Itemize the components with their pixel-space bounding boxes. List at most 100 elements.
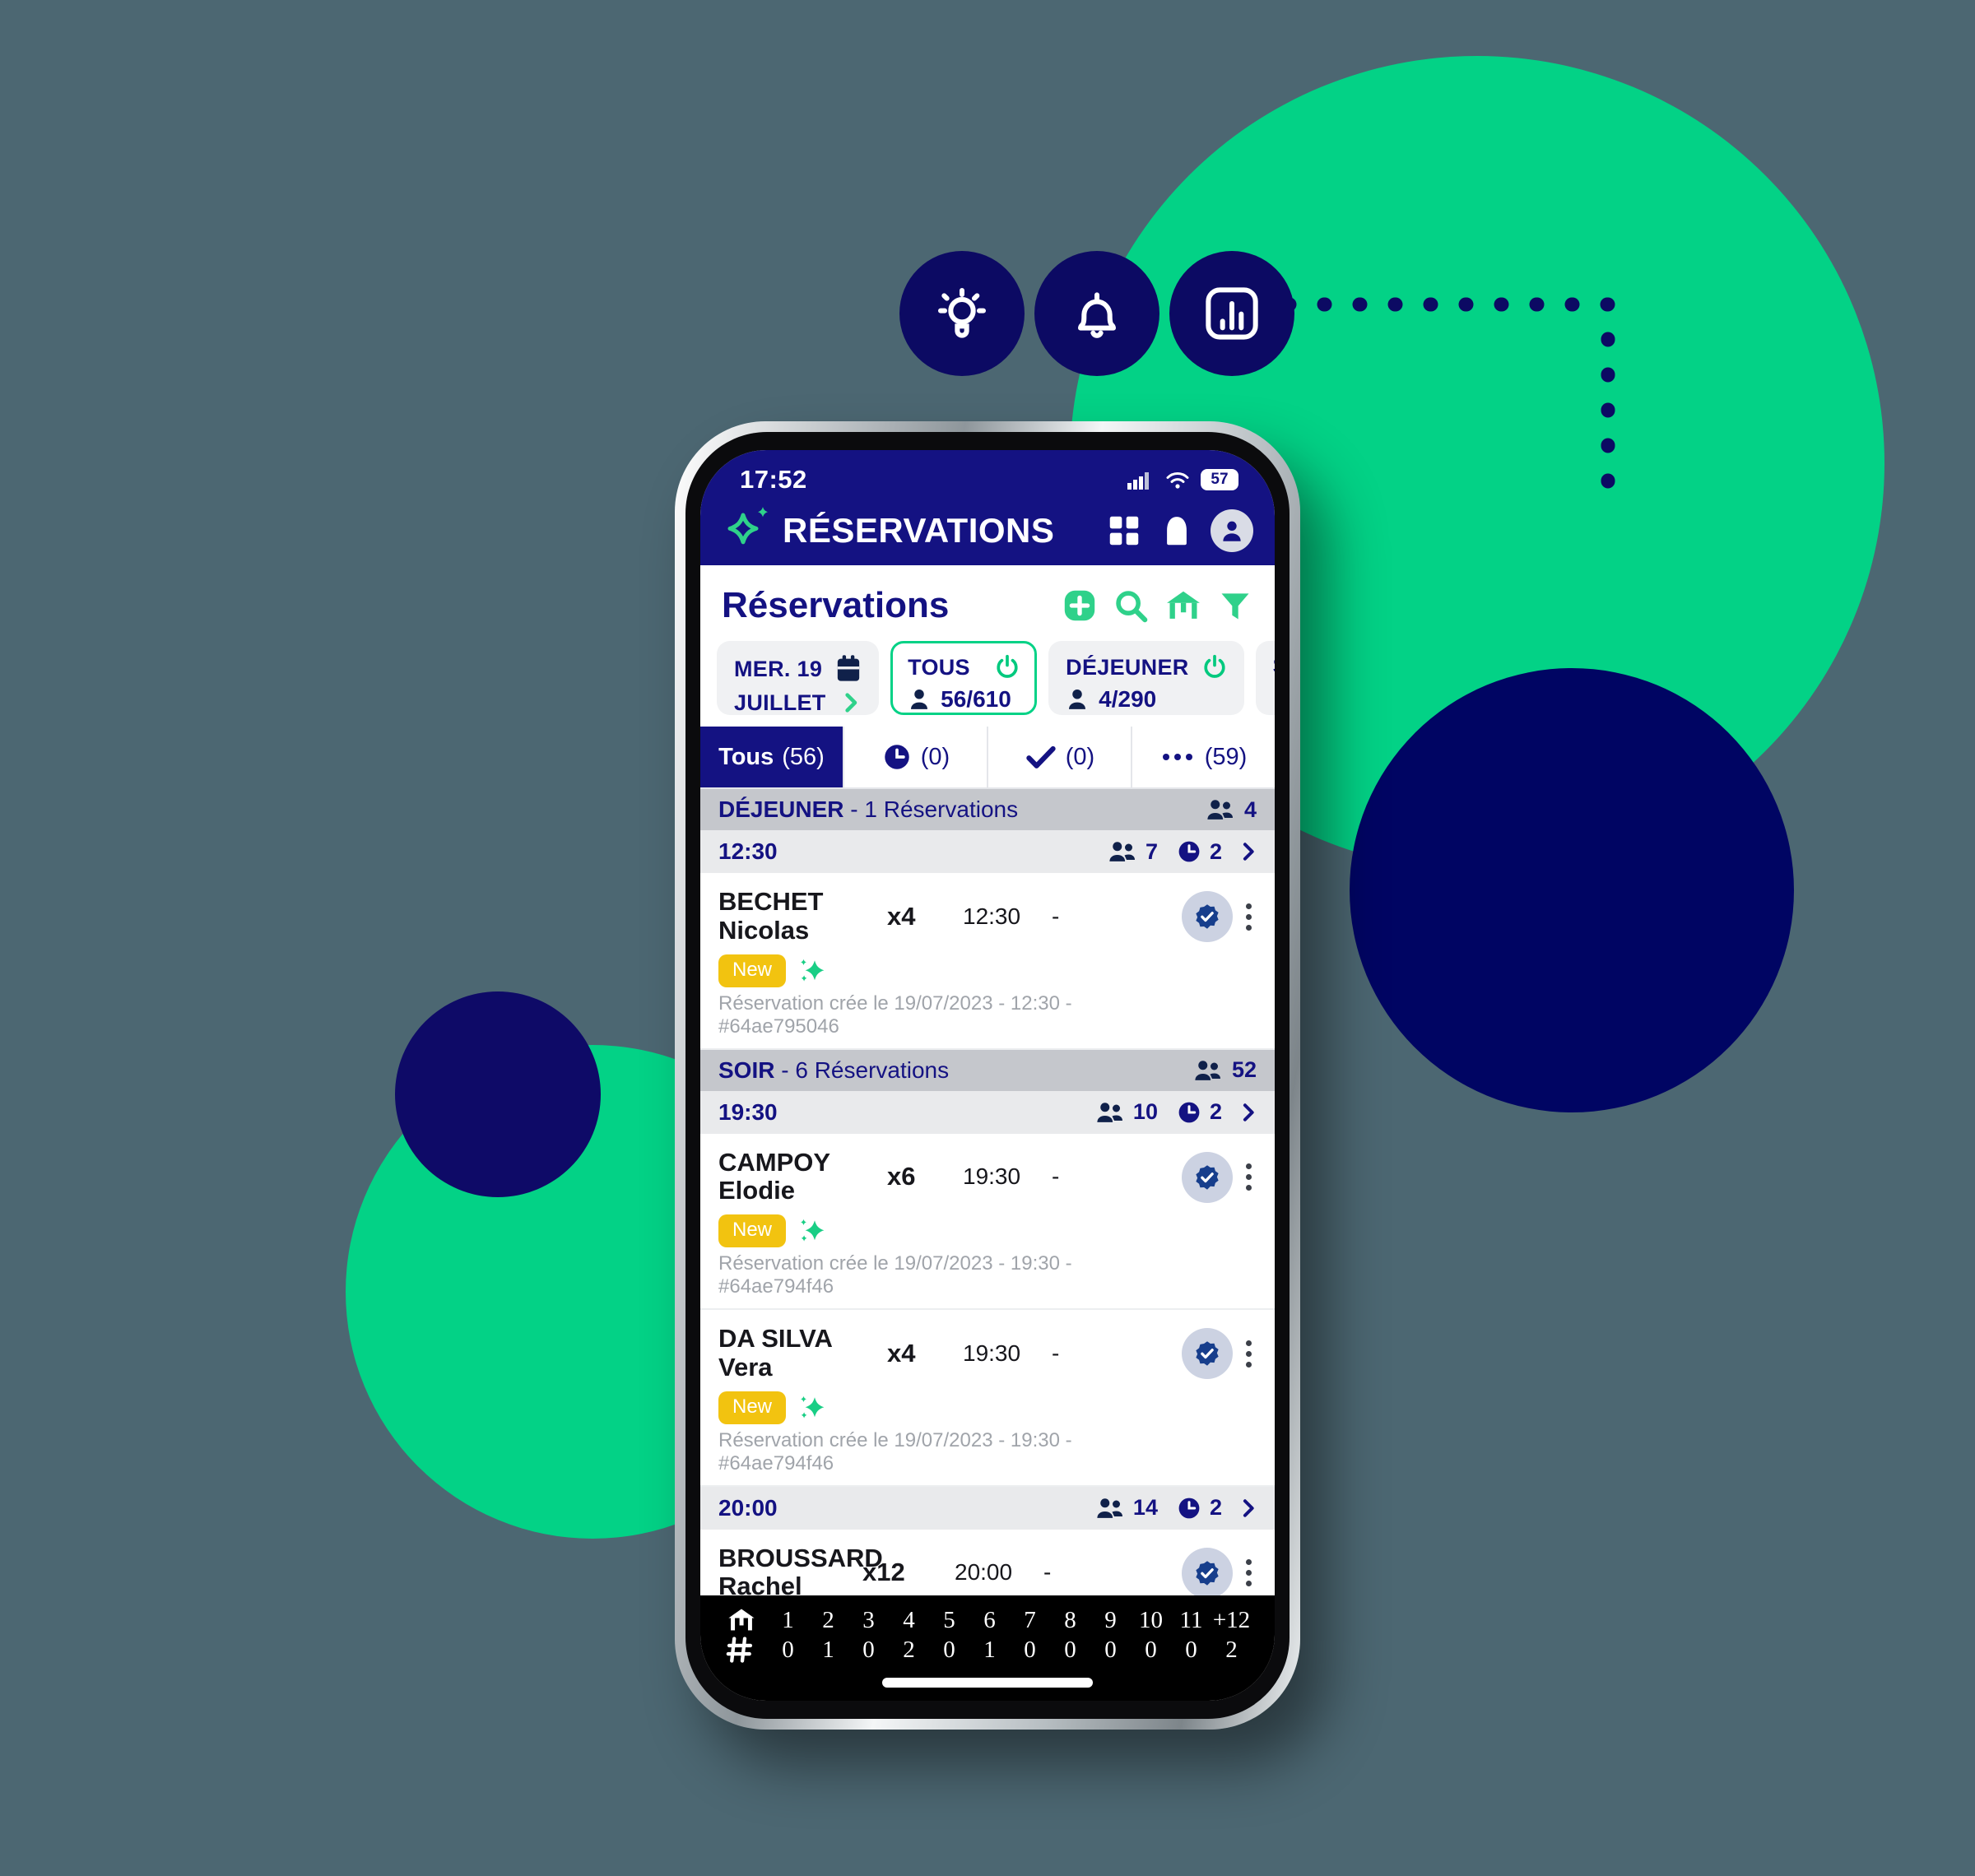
confirm-status-button[interactable]	[1182, 1547, 1233, 1595]
reservation-name: BECHET Nicolas	[718, 887, 824, 945]
check-badge-icon	[1196, 1560, 1219, 1586]
table-icon[interactable]	[1163, 587, 1204, 625]
power-icon[interactable]	[993, 653, 1021, 681]
page-header: Réservations	[700, 565, 1275, 635]
more-options-button[interactable]	[1238, 1559, 1260, 1586]
chip-service-soir-partial[interactable]: S	[1255, 641, 1275, 716]
app-bar: RÉSERVATIONS	[700, 496, 1275, 566]
battery-indicator: 57	[1201, 469, 1238, 491]
reservation-row[interactable]: BECHET Nicolas x4 12:30 - New Réservatio…	[700, 873, 1275, 1050]
reservation-row[interactable]: BROUSSARD Rachel x12 20:00 - New	[700, 1530, 1275, 1595]
table-occupancy-bar: 1 2 3 4 5 6 7 8 9 10 11 +12 0 1 0 2 0 1 …	[700, 1595, 1275, 1701]
reservations-list[interactable]: DÉJEUNER - 1 Réservations 4 12:30 7 2 BE…	[700, 789, 1275, 1595]
occupancy-count: 0	[1064, 1636, 1076, 1663]
chevron-right-icon[interactable]	[1237, 838, 1260, 865]
chevron-right-icon[interactable]	[1237, 1495, 1260, 1521]
slot-pending-group: 2	[1176, 838, 1222, 865]
plus-circle-icon[interactable]	[1061, 587, 1099, 625]
clock-icon	[885, 745, 909, 769]
service-header-soir: SOIR - 6 Réservations 52	[700, 1049, 1275, 1091]
reservation-table: -	[1043, 1559, 1052, 1586]
battery-level: 57	[1211, 471, 1229, 489]
slot-time: 20:00	[718, 1494, 778, 1521]
occupancy-count: 1	[983, 1636, 996, 1663]
notifications-button[interactable]	[1034, 251, 1159, 376]
occupancy-count: 0	[1104, 1636, 1117, 1663]
sparkle-icon	[801, 1219, 825, 1242]
confirm-status-button[interactable]	[1182, 891, 1233, 943]
service-covers: 4	[1243, 796, 1257, 822]
occupancy-seat-label: 5	[943, 1606, 955, 1633]
calendar-icon	[837, 655, 860, 681]
avatar[interactable]	[1211, 509, 1253, 553]
filter-icon[interactable]	[1217, 587, 1253, 625]
slot-header-1230[interactable]: 12:30 7 2	[700, 830, 1275, 874]
tab-confirmed[interactable]: (0)	[988, 727, 1132, 788]
reservation-actions[interactable]	[1182, 1544, 1260, 1595]
slot-header-1930[interactable]: 19:30 10 2	[700, 1090, 1275, 1134]
check-icon	[1026, 746, 1056, 769]
occupancy-count: 0	[1185, 1636, 1197, 1663]
phone-screen: 17:52 57 RÉSERVATIONS Réservations MER. …	[700, 450, 1275, 1701]
grid-icon[interactable]	[1105, 512, 1143, 550]
reservation-table: -	[1052, 903, 1060, 929]
chip-service-dejeuner[interactable]: DÉJEUNER 4/290	[1048, 641, 1244, 716]
more-options-button[interactable]	[1238, 1163, 1260, 1191]
confirm-status-button[interactable]	[1182, 1151, 1233, 1203]
occupancy-count: 0	[782, 1636, 794, 1663]
chip-date[interactable]: MER. 19 JUILLET	[717, 641, 880, 716]
occupancy-seat-label: 7	[1024, 1606, 1036, 1633]
table-icon[interactable]	[1158, 512, 1196, 550]
tab-pending[interactable]: (0)	[844, 727, 988, 788]
reservation-actions[interactable]	[1182, 888, 1260, 943]
tab-tous[interactable]: Tous (56)	[700, 727, 844, 788]
status-time: 17:52	[740, 465, 807, 495]
slot-covers-group: 10	[1094, 1099, 1158, 1125]
chip-date-month: JUILLET	[734, 690, 826, 715]
slot-time: 19:30	[718, 1098, 778, 1125]
reservation-row[interactable]: DA SILVA Vera x4 19:30 - New Réservation…	[700, 1310, 1275, 1487]
slot-time: 12:30	[718, 838, 778, 865]
chevron-right-icon[interactable]	[1237, 1099, 1260, 1126]
bar-chart-icon	[1206, 287, 1258, 340]
more-options-button[interactable]	[1238, 1340, 1260, 1368]
filter-chips[interactable]: MER. 19 JUILLET TOUS 56/610 DÉJEUNER 4/2…	[700, 634, 1275, 727]
statistics-button[interactable]	[1169, 251, 1294, 376]
power-icon[interactable]	[1201, 653, 1229, 681]
clock-icon	[1178, 1102, 1200, 1123]
tab-confirmed-count: (0)	[1065, 743, 1095, 770]
reservation-table: -	[1052, 1163, 1060, 1190]
search-icon[interactable]	[1112, 587, 1150, 625]
tab-other[interactable]: (59)	[1132, 727, 1275, 787]
chevron-right-icon[interactable]	[839, 690, 863, 716]
occupancy-seat-label: 4	[903, 1606, 915, 1633]
reservation-actions[interactable]	[1182, 1325, 1260, 1380]
check-badge-icon	[1196, 1341, 1219, 1366]
decor-circle-navy-small	[395, 991, 601, 1197]
tab-pending-count: (0)	[920, 743, 950, 770]
chip-dejeuner-count: 4/290	[1099, 686, 1157, 713]
reservation-meta: Réservation crée le 19/07/2023 - 19:30 -…	[718, 1428, 1072, 1474]
dotted-connector-line	[1284, 297, 1615, 509]
status-bar: 17:52 57	[700, 450, 1275, 497]
occupancy-seat-label: 6	[983, 1606, 996, 1633]
occupancy-count: 1	[822, 1636, 834, 1663]
tab-other-count: (59)	[1204, 743, 1248, 770]
slot-header-2000[interactable]: 20:00 14 2	[700, 1486, 1275, 1530]
hash-icon	[723, 1635, 768, 1665]
reservation-row[interactable]: CAMPOY Elodie x6 19:30 - New Réservation…	[700, 1134, 1275, 1311]
occupancy-seat-label: 3	[862, 1606, 875, 1633]
confirm-status-button[interactable]	[1182, 1328, 1233, 1380]
home-indicator[interactable]	[882, 1678, 1093, 1688]
occupancy-tables-row: 1 2 3 4 5 6 7 8 9 10 11 +12	[723, 1605, 1252, 1635]
reservation-name: CAMPOY Elodie	[718, 1147, 830, 1205]
status-tabs[interactable]: Tous (56) (0) (0) (59)	[700, 727, 1275, 790]
people-icon	[1097, 1102, 1122, 1122]
chip-service-tous[interactable]: TOUS 56/610	[890, 641, 1038, 716]
reservation-actions[interactable]	[1182, 1149, 1260, 1203]
chip-soir-label: S	[1273, 653, 1275, 679]
person-icon	[911, 690, 928, 709]
occupancy-count: 2	[1225, 1636, 1238, 1663]
more-options-button[interactable]	[1238, 903, 1260, 931]
idea-button[interactable]	[899, 251, 1025, 376]
